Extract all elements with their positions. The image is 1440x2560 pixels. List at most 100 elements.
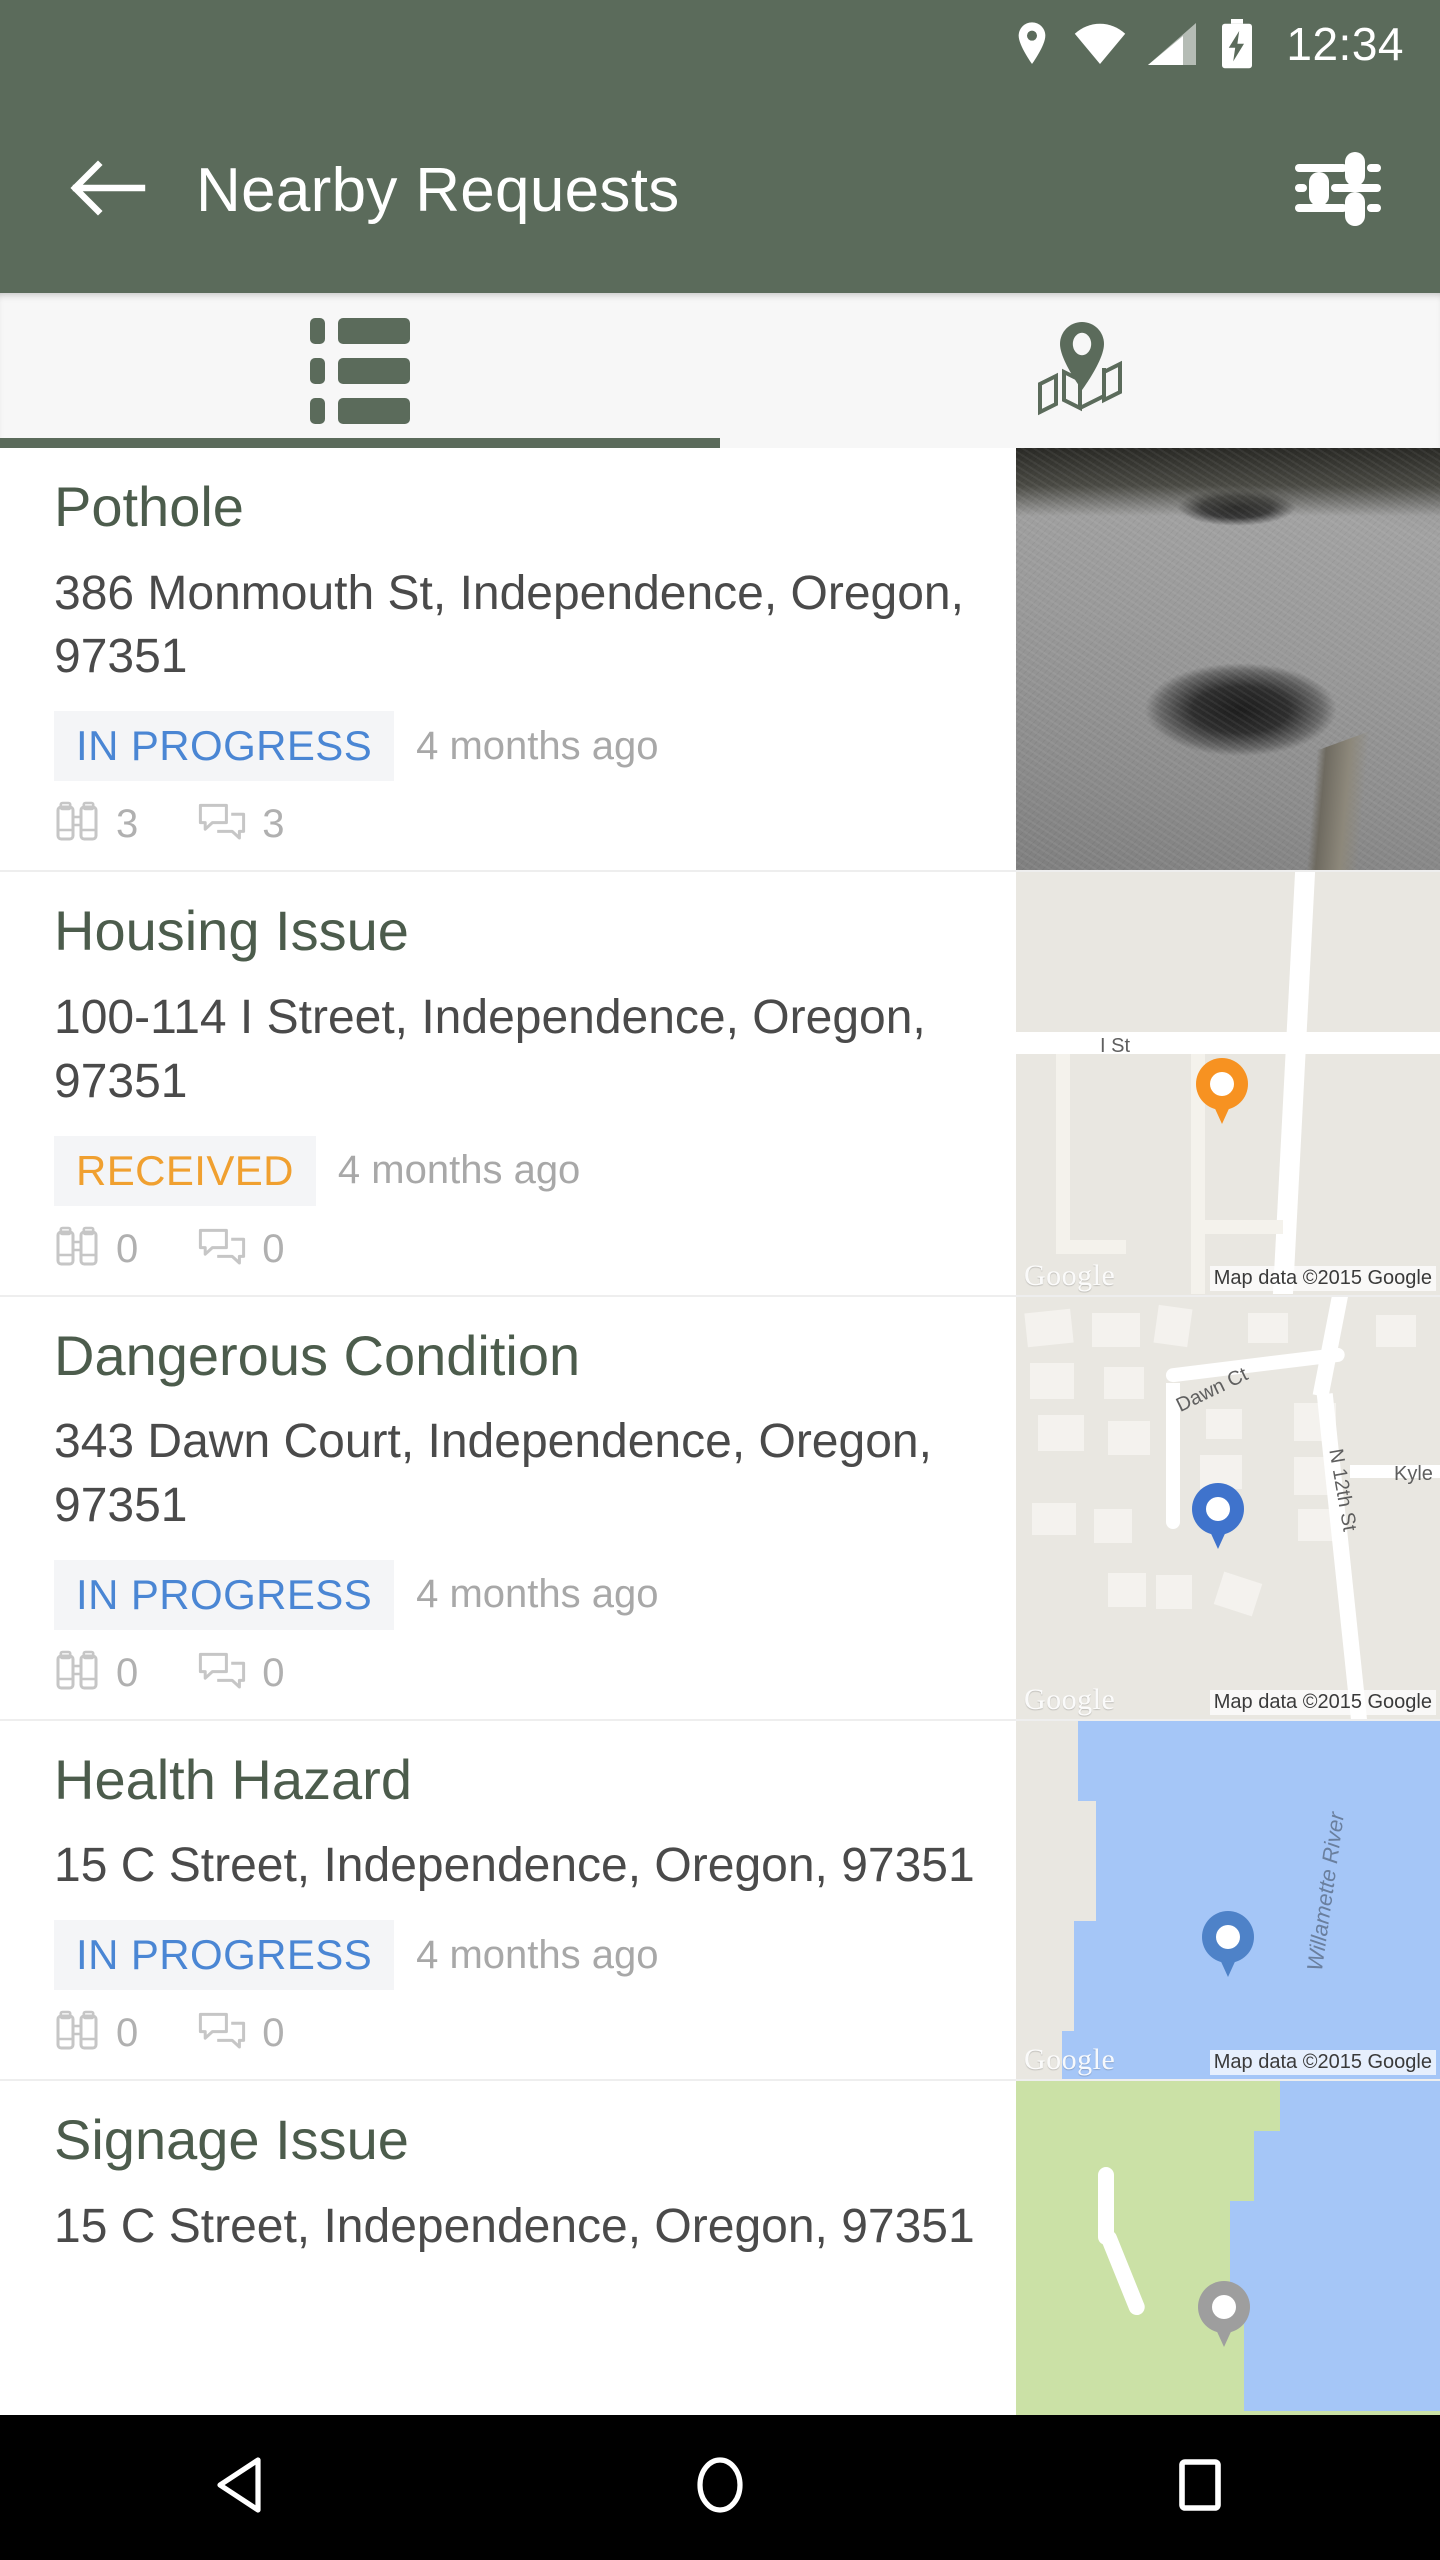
circle-home-icon xyxy=(693,2456,747,2519)
map-attribution: Map data ©2015 Google xyxy=(1209,1689,1436,1715)
comments-value: 0 xyxy=(262,1226,285,1271)
status-badge: RECEIVED xyxy=(54,1135,316,1206)
comments-count: 3 xyxy=(198,801,285,848)
binoculars-icon xyxy=(54,1650,100,1697)
comment-bubbles-icon xyxy=(198,1226,246,1273)
comment-bubbles-icon xyxy=(198,801,246,848)
cellular-signal-icon xyxy=(1148,23,1198,65)
request-thumbnail[interactable] xyxy=(1016,2081,1440,2415)
request-timestamp: 4 months ago xyxy=(416,723,659,768)
wifi-icon xyxy=(1074,23,1126,65)
requests-list[interactable]: Pothole 386 Monmouth St, Independence, O… xyxy=(0,448,1440,2415)
request-timestamp: 4 months ago xyxy=(337,1148,581,1192)
request-meta: IN PROGRESS 4 months ago xyxy=(54,1920,986,1991)
request-meta: RECEIVED 4 months ago xyxy=(54,1135,986,1206)
static-map-housing: I St Google Map data ©2015 Google xyxy=(1016,872,1440,1295)
watchers-value: 0 xyxy=(116,1226,139,1271)
map-pin-icon xyxy=(1198,2281,1258,2349)
google-watermark: Google xyxy=(1024,2043,1116,2077)
request-info: Signage Issue 15 C Street, Independence,… xyxy=(0,2081,1016,2415)
comments-count: 0 xyxy=(198,2010,285,2057)
request-title: Dangerous Condition xyxy=(54,1323,581,1387)
request-title: Housing Issue xyxy=(54,899,409,963)
request-meta: IN PROGRESS 4 months ago xyxy=(54,711,986,782)
request-address: 100-114 I Street, Independence, Oregon, … xyxy=(54,990,926,1108)
filter-button[interactable] xyxy=(1282,136,1392,246)
request-title: Signage Issue xyxy=(54,2108,409,2172)
list-item[interactable]: Health Hazard 15 C Street, Independence,… xyxy=(0,1720,1440,2082)
map-pin-view-icon xyxy=(1036,320,1124,421)
request-info: Housing Issue 100-114 I Street, Independ… xyxy=(0,872,1016,1294)
list-item[interactable]: Signage Issue 15 C Street, Independence,… xyxy=(0,2081,1440,2415)
map-pin-icon xyxy=(1202,1910,1262,1979)
watchers-count: 3 xyxy=(54,801,138,848)
android-navigation-bar xyxy=(0,2415,1440,2560)
google-watermark: Google xyxy=(1024,1258,1116,1292)
status-bar-clock: 12:34 xyxy=(1286,18,1404,70)
view-tab-bar xyxy=(0,293,1440,448)
comments-value: 0 xyxy=(262,2011,285,2056)
list-view-icon xyxy=(310,317,410,424)
request-info: Health Hazard 15 C Street, Independence,… xyxy=(0,1721,1016,2079)
watchers-value: 0 xyxy=(116,2011,139,2056)
location-pin-icon xyxy=(1012,20,1052,68)
phone-screen: 12:34 Nearby Requests Pothole 386 Monmou… xyxy=(0,0,1440,2560)
request-thumbnail[interactable]: Willamette River Google Map data ©2015 G… xyxy=(1016,1720,1440,2080)
status-badge: IN PROGRESS xyxy=(54,711,395,782)
request-info: Pothole 386 Monmouth St, Independence, O… xyxy=(0,448,1016,870)
request-thumbnail[interactable]: Dawn Ct N 12th St Kyle Google Map data ©… xyxy=(1016,1296,1440,1719)
nav-recents-button[interactable] xyxy=(960,2415,1440,2560)
request-counts: 0 0 xyxy=(54,1650,986,1697)
list-item[interactable]: Pothole 386 Monmouth St, Independence, O… xyxy=(0,448,1440,873)
map-pin-icon xyxy=(1192,1482,1252,1551)
request-address: 343 Dawn Court, Independence, Oregon, 97… xyxy=(54,1415,932,1532)
status-bar: 12:34 xyxy=(0,0,1440,88)
watchers-count: 0 xyxy=(54,1650,138,1697)
triangle-back-icon xyxy=(214,2456,266,2519)
tab-map-view[interactable] xyxy=(720,293,1440,448)
comments-count: 0 xyxy=(198,1226,285,1273)
google-watermark: Google xyxy=(1024,1682,1116,1716)
comment-bubbles-icon xyxy=(198,2010,246,2057)
map-attribution: Map data ©2015 Google xyxy=(1209,2050,1436,2076)
static-map-park xyxy=(1016,2081,1440,2415)
request-timestamp: 4 months ago xyxy=(416,1572,659,1617)
status-badge: IN PROGRESS xyxy=(54,1920,395,1991)
tab-list-view[interactable] xyxy=(0,293,720,448)
nav-back-button[interactable] xyxy=(0,2415,480,2560)
back-button[interactable] xyxy=(52,135,164,247)
request-thumbnail[interactable]: I St Google Map data ©2015 Google xyxy=(1016,872,1440,1295)
request-address: 15 C Street, Independence, Oregon, 97351 xyxy=(54,2199,975,2253)
list-item[interactable]: Housing Issue 100-114 I Street, Independ… xyxy=(0,872,1440,1297)
binoculars-icon xyxy=(54,801,100,848)
status-badge: IN PROGRESS xyxy=(54,1559,395,1630)
watchers-count: 0 xyxy=(54,2010,138,2057)
static-map-dangerous: Dawn Ct N 12th St Kyle Google Map data ©… xyxy=(1016,1296,1440,1719)
request-info: Dangerous Condition 343 Dawn Court, Inde… xyxy=(0,1297,1016,1719)
comments-value: 3 xyxy=(262,802,285,847)
request-title: Pothole xyxy=(54,475,244,538)
request-counts: 3 3 xyxy=(54,801,986,848)
static-map-river: Willamette River Google Map data ©2015 G… xyxy=(1016,1720,1440,2080)
page-title: Nearby Requests xyxy=(196,156,680,225)
list-item[interactable]: Dangerous Condition 343 Dawn Court, Inde… xyxy=(0,1296,1440,1721)
arrow-left-icon xyxy=(70,157,146,224)
binoculars-icon xyxy=(54,1226,100,1273)
binoculars-icon xyxy=(54,2010,100,2057)
nav-home-button[interactable] xyxy=(480,2415,960,2560)
request-meta: IN PROGRESS 4 months ago xyxy=(54,1559,986,1630)
river-label: Willamette River xyxy=(1302,1810,1350,1973)
pothole-photo xyxy=(1016,448,1440,871)
request-counts: 0 0 xyxy=(54,1226,986,1273)
request-address: 15 C Street, Independence, Oregon, 97351 xyxy=(54,1839,975,1893)
watchers-value: 0 xyxy=(116,1650,139,1695)
comment-bubbles-icon xyxy=(198,1650,246,1697)
street-label: Kyle xyxy=(1394,1462,1433,1485)
watchers-value: 3 xyxy=(116,802,139,847)
request-title: Health Hazard xyxy=(54,1747,412,1811)
watchers-count: 0 xyxy=(54,1226,138,1273)
comments-count: 0 xyxy=(198,1650,285,1697)
request-thumbnail[interactable] xyxy=(1016,448,1440,871)
square-recents-icon xyxy=(1178,2458,1222,2517)
request-address: 386 Monmouth St, Independence, Oregon, 9… xyxy=(54,566,964,684)
